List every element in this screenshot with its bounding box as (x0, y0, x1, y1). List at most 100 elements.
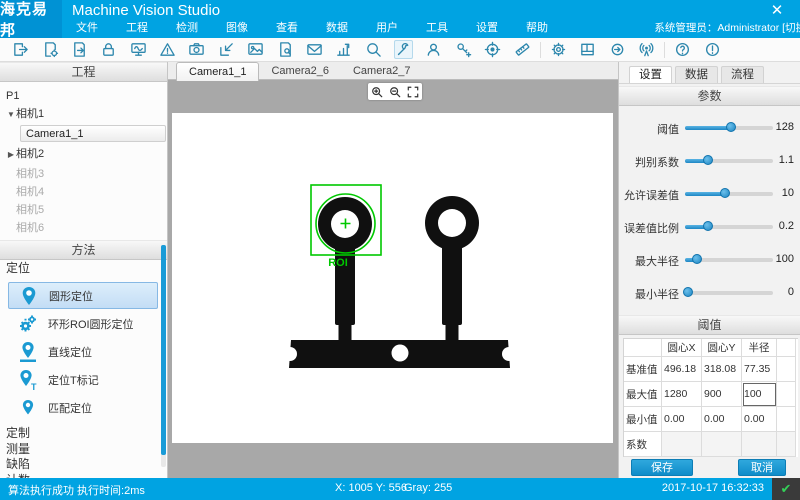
method-category-measure[interactable]: 测量 (0, 442, 168, 458)
max-radius-cell[interactable]: 100 (742, 382, 777, 407)
menu-user[interactable]: 用户 (362, 17, 412, 37)
tree-item-camera2[interactable]: ▶相机2 (0, 146, 168, 162)
row-label-max: 最大值 (624, 382, 662, 407)
tools-icon[interactable] (394, 40, 413, 59)
tab-camera2-6[interactable]: Camera2_6 (259, 62, 340, 80)
collapse-arrow-icon[interactable]: ▶ (6, 147, 16, 163)
project-export-icon[interactable] (71, 41, 88, 58)
param-row-tolerance: 允许误差值 10 (619, 184, 800, 204)
coef-radius[interactable] (742, 432, 777, 457)
menu-help[interactable]: 帮助 (512, 17, 562, 37)
mail-icon[interactable] (306, 41, 323, 58)
tab-flow[interactable]: 流程 (721, 66, 764, 83)
min-center-y[interactable]: 0.00 (702, 407, 742, 432)
status-message: 算法执行成功 执行时间:2ms (8, 482, 145, 498)
max-center-x[interactable]: 1280 (662, 382, 702, 407)
statistics-icon[interactable] (335, 41, 352, 58)
params-section-header: 参数 (619, 86, 800, 106)
status-bar: 算法执行成功 执行时间:2ms X: 1005 Y: 556 Gray: 255… (0, 478, 800, 500)
coef-center-x[interactable] (662, 432, 702, 457)
methods-scrollbar[interactable] (161, 245, 166, 467)
broadcast-icon[interactable] (638, 41, 655, 58)
cancel-button[interactable]: 取消 (738, 459, 786, 476)
tree-item-camera5[interactable]: 相机5 (0, 202, 168, 218)
method-category-custom[interactable]: 定制 (0, 426, 168, 442)
zoom-in-icon[interactable] (371, 86, 383, 98)
gray-value: Gray: 255 (404, 482, 452, 494)
menu-image[interactable]: 图像 (212, 17, 262, 37)
user-icon[interactable] (425, 41, 442, 58)
camera-icon[interactable] (188, 41, 205, 58)
tree-item-camera3[interactable]: 相机3 (0, 166, 168, 182)
min-center-x[interactable]: 0.00 (662, 407, 702, 432)
selected-tree-item[interactable]: Camera1_1 (20, 125, 166, 142)
search-icon[interactable] (365, 41, 382, 58)
left-panel: 工程 P1 ▼相机1 Camera1_1 ▶相机2 相机3 相机4 相机5 相机… (0, 62, 168, 478)
method-category-defect[interactable]: 缺陷 (0, 457, 168, 473)
about-icon[interactable] (704, 41, 721, 58)
baseline-center-x[interactable]: 496.18 (662, 357, 702, 382)
scrollbar-thumb[interactable] (161, 245, 166, 455)
method-ring-roi-circle-locate[interactable]: 环形ROI圆形定位 (8, 310, 158, 337)
tolerance-value: 10 (760, 187, 794, 199)
tree-item-camera1[interactable]: ▼相机1 (0, 106, 168, 122)
param-row-error-ratio: 误差值比例 0.2 (619, 217, 800, 237)
key-add-icon[interactable] (455, 41, 472, 58)
row-label-coefficient: 系数 (624, 432, 662, 457)
min-radius-cell[interactable]: 0.00 (742, 407, 777, 432)
method-match-locate[interactable]: 匹配定位 (8, 394, 158, 421)
method-circle-locate[interactable]: 圆形定位 (8, 282, 158, 309)
menu-project[interactable]: 工程 (112, 17, 162, 37)
settings-gear-icon[interactable] (550, 41, 567, 58)
current-user-label[interactable]: 系统管理员：Administrator [切换用户] (654, 20, 800, 35)
help-icon[interactable] (674, 41, 691, 58)
cursor-coordinates: X: 1005 Y: 556 (335, 482, 407, 494)
tree-item-p1[interactable]: P1 (0, 88, 168, 104)
capture-icon[interactable] (218, 41, 235, 58)
warning-icon[interactable] (159, 41, 176, 58)
layout-icon[interactable] (579, 41, 596, 58)
tree-item-camera1-1[interactable]: Camera1_1 (0, 126, 168, 142)
fit-screen-icon[interactable] (407, 86, 419, 98)
tab-divider (619, 83, 800, 84)
tab-settings[interactable]: 设置 (629, 66, 672, 83)
tab-camera2-7[interactable]: Camera2_7 (341, 62, 422, 80)
menu-view[interactable]: 查看 (262, 17, 312, 37)
menu-bar: 文件 工程 检测 图像 查看 数据 用户 工具 设置 帮助 (62, 17, 562, 37)
baseline-radius[interactable]: 77.35 (742, 357, 777, 382)
row-label-min: 最小值 (624, 407, 662, 432)
image-icon[interactable] (247, 41, 264, 58)
sync-icon[interactable] (609, 41, 626, 58)
tab-data[interactable]: 数据 (675, 66, 718, 83)
method-t-mark-locate[interactable]: T 定位T标记 (8, 366, 158, 393)
camera-image[interactable]: ROI (172, 113, 613, 443)
close-icon[interactable]: ✕ (766, 1, 788, 21)
tab-camera1-1[interactable]: Camera1_1 (176, 62, 259, 81)
export-icon[interactable] (12, 41, 29, 58)
monitor-icon[interactable] (130, 41, 147, 58)
menu-file[interactable]: 文件 (62, 17, 112, 37)
menu-data[interactable]: 数据 (312, 17, 362, 37)
menu-tools[interactable]: 工具 (412, 17, 462, 37)
method-line-locate[interactable]: 直线定位 (8, 338, 158, 365)
methods-panel-header: 方法 (0, 240, 167, 260)
tree-item-camera6[interactable]: 相机6 (0, 220, 168, 236)
lock-icon[interactable] (100, 41, 117, 58)
max-center-y[interactable]: 900 (702, 382, 742, 407)
project-settings-icon[interactable] (42, 41, 59, 58)
svg-text:T: T (31, 382, 37, 391)
save-button[interactable]: 保存 (631, 459, 693, 476)
expand-arrow-icon[interactable]: ▼ (6, 107, 16, 123)
method-category-locate[interactable]: 定位 (0, 260, 167, 276)
gears-icon (16, 313, 40, 335)
menu-settings[interactable]: 设置 (462, 17, 512, 37)
baseline-center-y[interactable]: 318.08 (702, 357, 742, 382)
report-icon[interactable] (277, 41, 294, 58)
status-check-icon[interactable]: ✔ (772, 478, 800, 500)
ruler-icon[interactable] (514, 41, 531, 58)
coef-center-y[interactable] (702, 432, 742, 457)
zoom-out-icon[interactable] (389, 86, 401, 98)
menu-inspect[interactable]: 检测 (162, 17, 212, 37)
target-icon[interactable] (484, 41, 501, 58)
tree-item-camera4[interactable]: 相机4 (0, 184, 168, 200)
